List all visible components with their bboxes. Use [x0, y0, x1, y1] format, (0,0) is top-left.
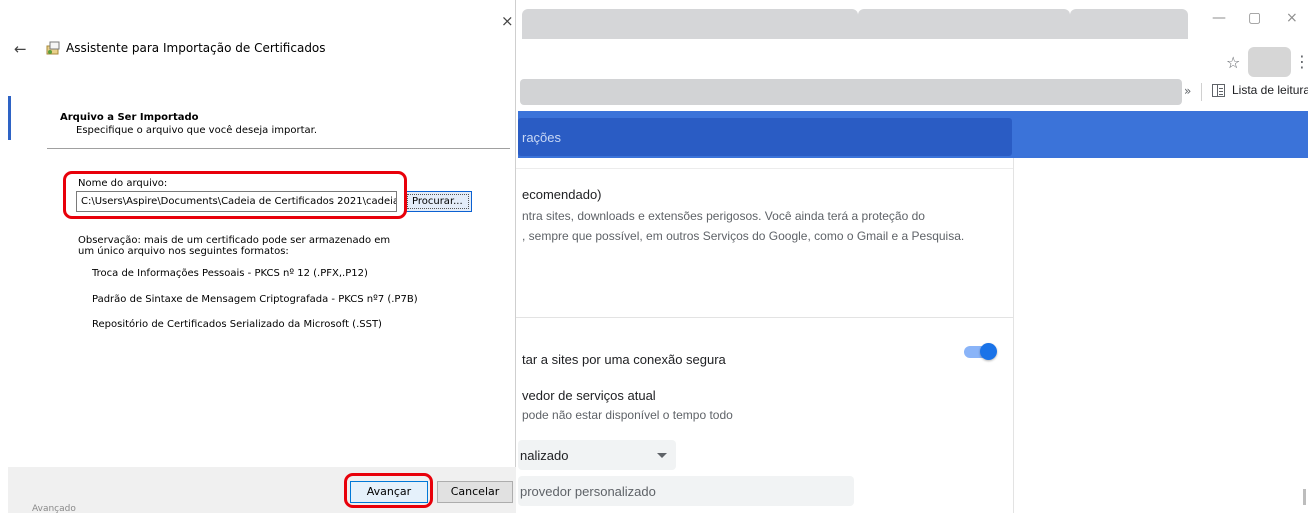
profile-avatar[interactable] — [1248, 47, 1291, 77]
secure-dns-title: tar a sites por uma conexão segura — [522, 352, 726, 367]
focus-accent — [8, 96, 11, 140]
bookmarks-overflow-icon[interactable]: » — [1184, 84, 1191, 98]
menu-icon[interactable]: ⋮ — [1294, 52, 1308, 71]
reading-list-icon[interactable] — [1212, 84, 1225, 97]
maximize-icon[interactable]: ▢ — [1248, 10, 1261, 26]
safe-browsing-option-title[interactable]: ecomendado) — [522, 187, 602, 202]
secure-dns-toggle-knob[interactable] — [980, 343, 997, 360]
header-divider — [47, 148, 510, 149]
wizard-title: Assistente para Importação de Certificad… — [66, 41, 326, 55]
annotation-highlight-next-button — [344, 473, 433, 508]
dns-provider-title: vedor de serviços atual — [522, 388, 656, 403]
browser-tab[interactable] — [1070, 9, 1188, 39]
format-item: Troca de Informações Pessoais - PKCS nº … — [92, 268, 368, 279]
close-icon[interactable]: × — [501, 12, 514, 30]
browse-button-label[interactable]: Procurar... — [412, 196, 463, 207]
minimize-icon[interactable]: — — [1212, 10, 1226, 26]
address-bar[interactable] — [520, 79, 1182, 105]
custom-provider-placeholder[interactable]: provedor personalizado — [520, 484, 656, 499]
certificate-icon — [46, 41, 60, 55]
settings-header-title: rações — [522, 130, 562, 145]
safe-browsing-desc-line1: ntra sites, downloads e extensões perigo… — [522, 209, 925, 223]
section-divider — [516, 317, 1013, 318]
dns-provider-desc: pode não estar disponível o tempo todo — [522, 408, 733, 422]
reading-list-label[interactable]: Lista de leitura — [1232, 83, 1308, 97]
bookmarks-separator — [1201, 83, 1202, 101]
scrollbar[interactable] — [1303, 489, 1306, 505]
chevron-down-icon[interactable] — [657, 453, 667, 458]
browse-button[interactable]: Procurar... — [404, 191, 472, 212]
browser-tab[interactable] — [858, 9, 1070, 39]
section-subtitle: Especifique o arquivo que você deseja im… — [76, 125, 318, 136]
safe-browsing-desc-line2: , sempre que possível, em outros Serviço… — [522, 229, 965, 243]
cancel-button[interactable]: Cancelar — [437, 481, 513, 503]
card-edge — [1013, 158, 1014, 513]
back-arrow-icon[interactable]: ← — [14, 40, 27, 58]
browser-tab[interactable] — [522, 9, 858, 39]
format-item: Repositório de Certificados Serializado … — [92, 319, 382, 330]
annotation-highlight-file-field — [63, 171, 407, 219]
settings-search-input[interactable] — [518, 118, 1012, 156]
cut-off-text: Avançado — [32, 504, 76, 513]
toolbar — [516, 46, 1308, 76]
section-header: Arquivo a Ser Importado — [60, 112, 199, 123]
certificate-import-wizard: × ← Assistente para Importação de Certif… — [0, 0, 516, 513]
format-note: Observação: mais de um certificado pode … — [78, 235, 391, 257]
bookmark-star-icon[interactable]: ☆ — [1226, 53, 1240, 72]
dns-provider-select-value[interactable]: nalizado — [520, 448, 568, 463]
card-top-border — [516, 168, 1013, 169]
format-item: Padrão de Sintaxe de Mensagem Criptograf… — [92, 294, 418, 305]
close-window-icon[interactable]: × — [1286, 10, 1298, 26]
